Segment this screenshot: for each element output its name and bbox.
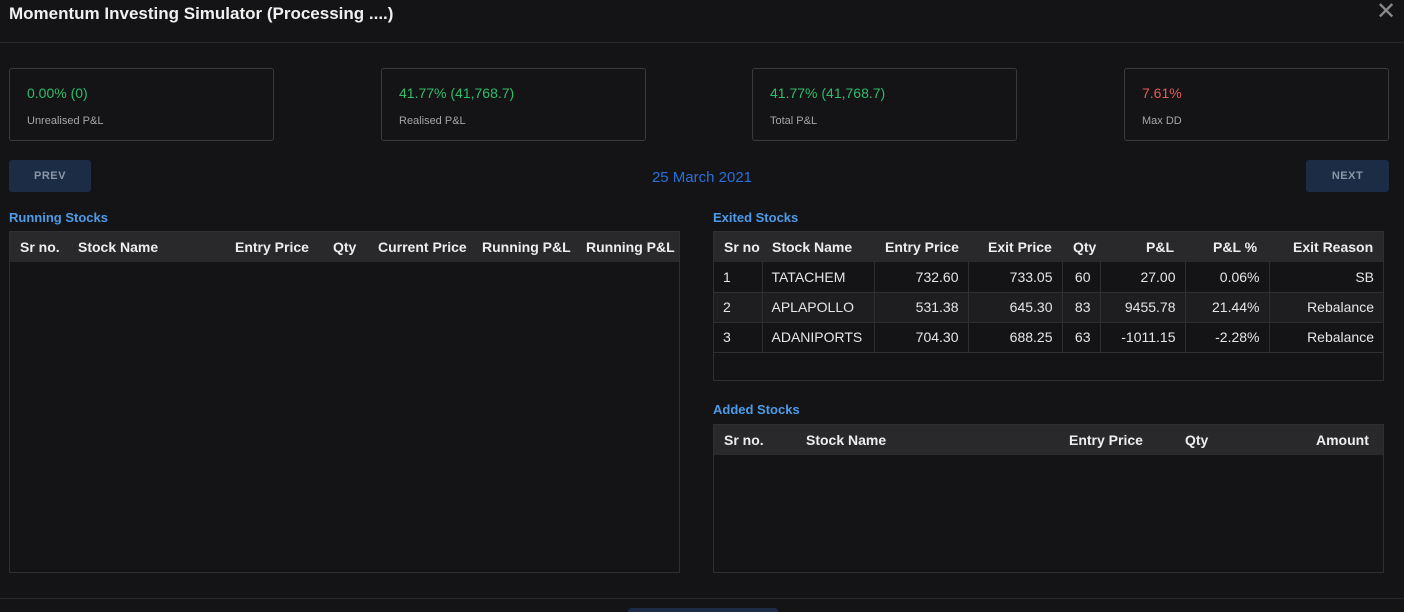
close-icon[interactable]: ✕ — [1374, 0, 1398, 24]
col-exit-price[interactable]: Exit Price — [988, 239, 1052, 255]
col-current-price[interactable]: Current Price — [378, 239, 467, 255]
col-entry-price[interactable]: Entry Price — [885, 239, 959, 255]
col-pnl-percent[interactable]: P&L % — [1213, 239, 1257, 255]
col-sr-no[interactable]: Sr no — [724, 239, 760, 255]
exit-price-cell: 688.25 — [968, 322, 1063, 353]
col-sr-no[interactable]: Sr no. — [20, 239, 60, 255]
col-stock-name[interactable]: Stock Name — [78, 239, 158, 255]
added-stocks-header: Sr no. Stock Name Entry Price Qty Amount — [714, 425, 1383, 455]
entry-price-cell: 531.38 — [874, 292, 969, 323]
entry-price-cell: 704.30 — [874, 322, 969, 353]
col-amount[interactable]: Amount — [1316, 432, 1369, 448]
col-pnl[interactable]: P&L — [1146, 239, 1174, 255]
max-dd-label: Max DD — [1142, 115, 1182, 127]
stock-name-cell: APLAPOLLO — [762, 292, 875, 323]
current-date: 25 March 2021 — [651, 169, 753, 186]
running-stocks-table: Sr no. Stock Name Entry Price Qty Curren… — [9, 231, 680, 573]
footer-divider — [0, 598, 1404, 599]
max-dd-value: 7.61% — [1142, 85, 1182, 101]
col-exit-reason[interactable]: Exit Reason — [1293, 239, 1373, 255]
unrealised-pnl-card: 0.00% (0) Unrealised P&L — [9, 68, 274, 141]
sr-no-cell: 2 — [714, 292, 763, 323]
sr-no-cell: 1 — [714, 262, 763, 293]
running-stocks-title: Running Stocks — [9, 210, 108, 225]
exited-stocks-title: Exited Stocks — [713, 210, 799, 225]
qty-cell: 63 — [1062, 322, 1101, 353]
unrealised-pnl-value: 0.00% (0) — [27, 85, 88, 101]
col-qty[interactable]: Qty — [333, 239, 356, 255]
exit-price-cell: 645.30 — [968, 292, 1063, 323]
table-row[interactable]: 1 TATACHEM 732.60 733.05 60 27.00 0.06% … — [714, 262, 1383, 293]
sr-no-cell: 3 — [714, 322, 763, 353]
added-stocks-table: Sr no. Stock Name Entry Price Qty Amount — [713, 424, 1384, 573]
pnl-percent-cell: 0.06% — [1185, 262, 1270, 293]
realised-pnl-label: Realised P&L — [399, 115, 466, 127]
stock-name-cell: TATACHEM — [762, 262, 875, 293]
exit-reason-cell: SB — [1269, 262, 1383, 293]
total-pnl-label: Total P&L — [770, 115, 818, 127]
total-pnl-card: 41.77% (41,768.7) Total P&L — [752, 68, 1017, 141]
pnl-cell: 9455.78 — [1100, 292, 1186, 323]
qty-cell: 60 — [1062, 262, 1101, 293]
unrealised-pnl-label: Unrealised P&L — [27, 115, 104, 127]
col-running-pnl-2[interactable]: Running P&L — [586, 239, 675, 255]
pnl-percent-cell: -2.28% — [1185, 322, 1270, 353]
col-stock-name[interactable]: Stock Name — [772, 239, 852, 255]
exit-reason-cell: Rebalance — [1269, 322, 1383, 353]
realised-pnl-card: 41.77% (41,768.7) Realised P&L — [381, 68, 646, 141]
col-entry-price[interactable]: Entry Price — [1069, 432, 1143, 448]
col-running-pnl[interactable]: Running P&L — [482, 239, 571, 255]
added-stocks-title: Added Stocks — [713, 402, 800, 417]
col-sr-no[interactable]: Sr no. — [724, 432, 764, 448]
realised-pnl-value: 41.77% (41,768.7) — [399, 85, 515, 101]
exit-reason-cell: Rebalance — [1269, 292, 1383, 323]
col-qty[interactable]: Qty — [1073, 239, 1096, 255]
col-stock-name[interactable]: Stock Name — [806, 432, 886, 448]
col-entry-price[interactable]: Entry Price — [235, 239, 309, 255]
exited-stocks-header: Sr no Stock Name Entry Price Exit Price … — [714, 232, 1383, 262]
pnl-percent-cell: 21.44% — [1185, 292, 1270, 323]
running-stocks-header: Sr no. Stock Name Entry Price Qty Curren… — [10, 232, 679, 262]
table-row[interactable]: 2 APLAPOLLO 531.38 645.30 83 9455.78 21.… — [714, 292, 1383, 323]
stock-name-cell: ADANIPORTS — [762, 322, 875, 353]
title-bar: Momentum Investing Simulator (Processing… — [0, 0, 1404, 43]
col-qty[interactable]: Qty — [1185, 432, 1208, 448]
pnl-cell: 27.00 — [1100, 262, 1186, 293]
window-title: Momentum Investing Simulator (Processing… — [9, 4, 394, 23]
total-pnl-value: 41.77% (41,768.7) — [770, 85, 886, 101]
exited-stocks-body: 1 TATACHEM 732.60 733.05 60 27.00 0.06% … — [714, 262, 1383, 353]
entry-price-cell: 732.60 — [874, 262, 969, 293]
next-button[interactable]: NEXT — [1306, 160, 1389, 192]
pnl-cell: -1011.15 — [1100, 322, 1186, 353]
qty-cell: 83 — [1062, 292, 1101, 323]
max-dd-card: 7.61% Max DD — [1124, 68, 1389, 141]
exited-stocks-table: Sr no Stock Name Entry Price Exit Price … — [713, 231, 1384, 381]
footer-button[interactable] — [628, 608, 778, 612]
exit-price-cell: 733.05 — [968, 262, 1063, 293]
table-row[interactable]: 3 ADANIPORTS 704.30 688.25 63 -1011.15 -… — [714, 322, 1383, 353]
